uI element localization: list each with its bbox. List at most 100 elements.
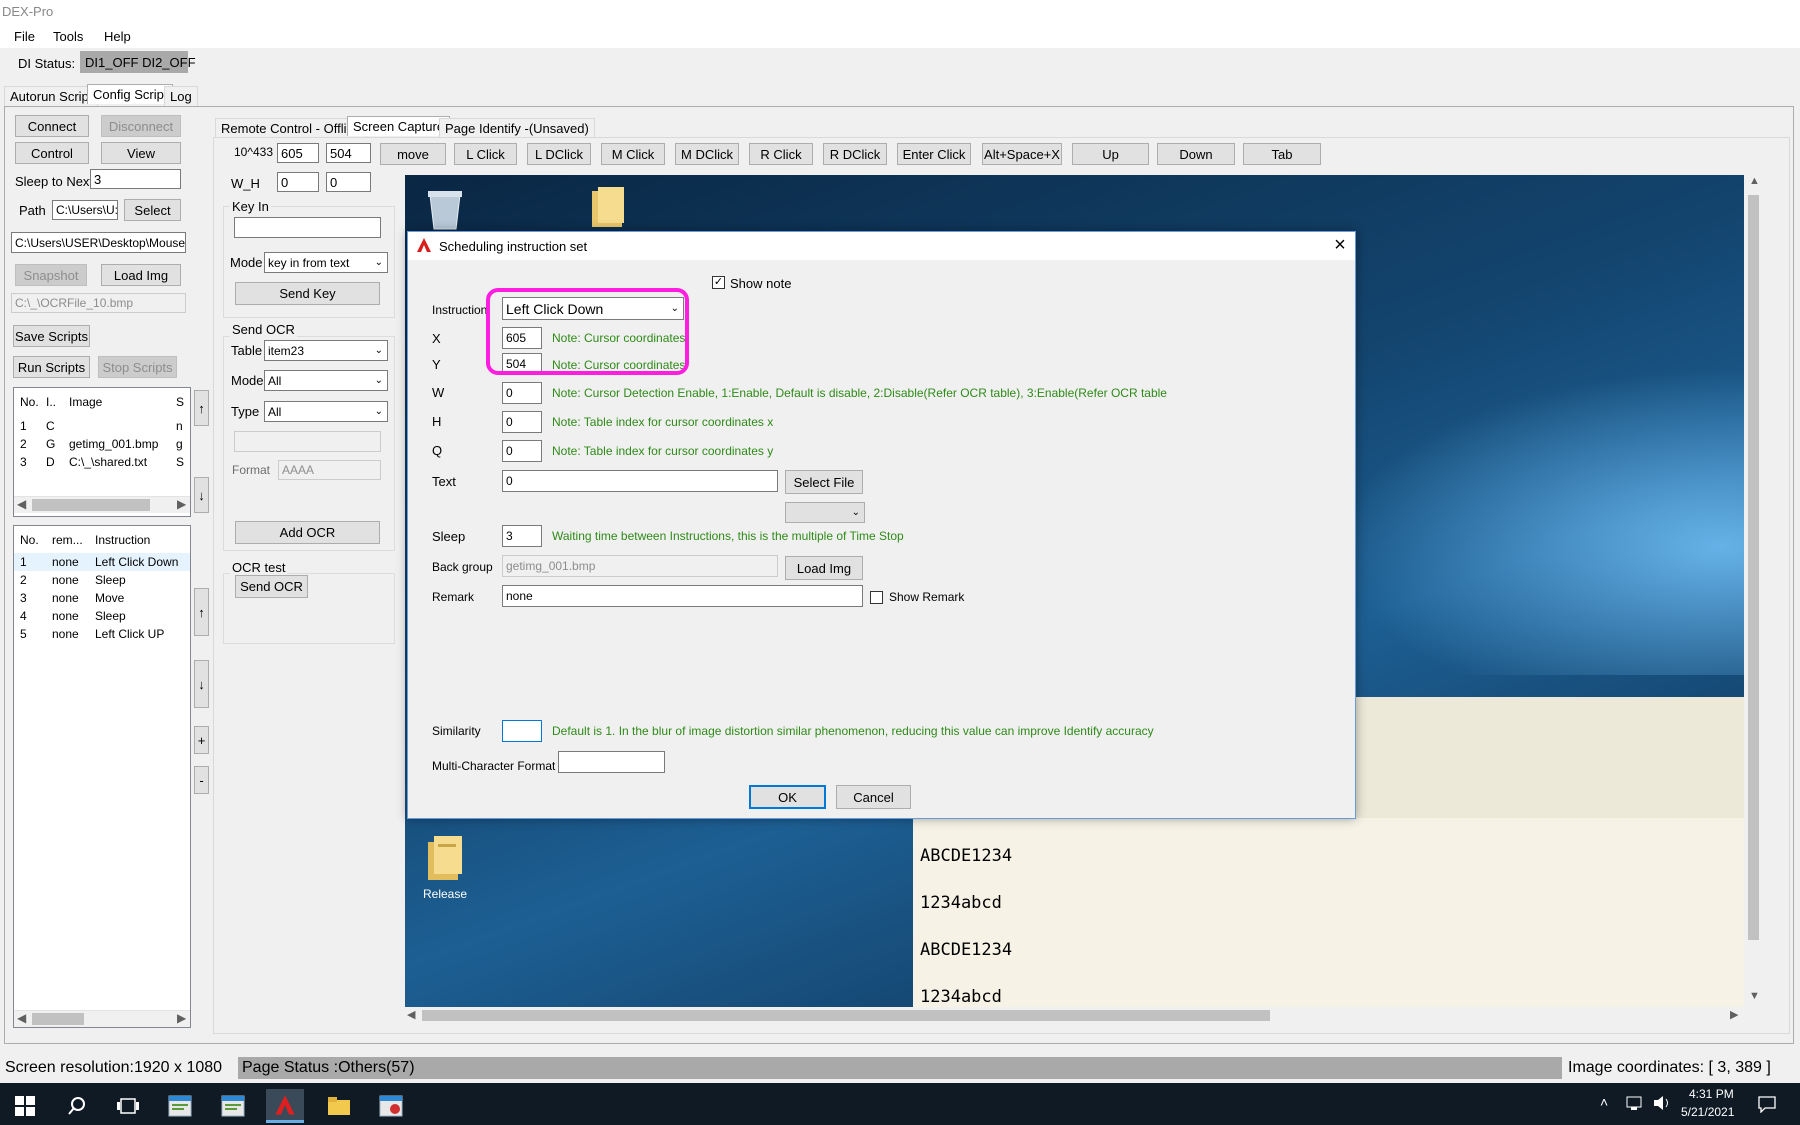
table-row[interactable]: 4 none Sleep: [14, 607, 190, 625]
table-row[interactable]: 3 none Move: [14, 589, 190, 607]
show-note-checkbox[interactable]: ✓: [712, 276, 725, 289]
show-remark-checkbox[interactable]: [870, 591, 883, 604]
taskbar-time[interactable]: 4:31 PM: [1689, 1087, 1734, 1101]
instruction-table-hscrollbar[interactable]: ◀ ▶: [14, 1010, 190, 1027]
instruction-table[interactable]: No. rem... Instruction 1 none Left Click…: [13, 525, 191, 1028]
stop-scripts-button[interactable]: Stop Scripts: [98, 356, 177, 378]
path-input[interactable]: C:\Users\U:: [52, 200, 118, 220]
save-scripts-button[interactable]: Save Scripts: [13, 325, 90, 347]
w-param-input[interactable]: 0: [502, 382, 542, 404]
l-dclick-button[interactable]: L DClick: [527, 143, 591, 165]
scroll-down-icon[interactable]: ▼: [1749, 990, 1760, 1002]
m-dclick-button[interactable]: M DClick: [675, 143, 739, 165]
sleep-input[interactable]: 3: [502, 525, 542, 547]
q-param-input[interactable]: 0: [502, 440, 542, 462]
control-button[interactable]: Control: [15, 142, 89, 164]
m-click-button[interactable]: M Click: [601, 143, 665, 165]
scroll-right-icon[interactable]: ▶: [177, 497, 186, 511]
connect-button[interactable]: Connect: [15, 115, 89, 137]
tab-remote-control[interactable]: Remote Control - Offline: [215, 118, 367, 138]
send-ocr-test-button[interactable]: Send OCR: [235, 575, 308, 598]
image-table-hscrollbar[interactable]: ◀ ▶: [14, 496, 190, 513]
app-window-icon[interactable]: [161, 1089, 199, 1123]
alt-space-x-button[interactable]: Alt+Space+X: [982, 143, 1062, 165]
file-option-select[interactable]: ⌄: [785, 502, 865, 523]
disconnect-button[interactable]: Disconnect: [101, 115, 181, 137]
r-dclick-button[interactable]: R DClick: [823, 143, 887, 165]
app-window-icon[interactable]: [214, 1089, 252, 1123]
run-scripts-button[interactable]: Run Scripts: [13, 356, 90, 378]
instruction-move-up-button[interactable]: ↑: [194, 588, 209, 636]
scroll-thumb[interactable]: [32, 499, 150, 511]
coord-y-input[interactable]: 504: [326, 143, 371, 163]
add-ocr-button[interactable]: Add OCR: [235, 521, 380, 544]
tab-page-identify[interactable]: Page Identify -(Unsaved): [439, 118, 595, 138]
recycle-bin-icon[interactable]: [424, 187, 466, 231]
similarity-input[interactable]: [502, 720, 542, 742]
remark-input[interactable]: none: [502, 585, 863, 607]
w-input[interactable]: 0: [277, 172, 319, 192]
release-folder-icon[interactable]: [424, 834, 466, 882]
full-path-input[interactable]: C:\Users\USER\Desktop\Mouse: [11, 232, 186, 253]
enter-click-button[interactable]: Enter Click: [897, 143, 971, 165]
select-file-button[interactable]: Select File: [785, 470, 863, 494]
menu-help[interactable]: Help: [104, 29, 131, 44]
instruction-move-down-button[interactable]: ↓: [194, 660, 209, 708]
scroll-thumb[interactable]: [32, 1013, 84, 1025]
down-button[interactable]: Down: [1157, 143, 1235, 165]
scroll-thumb[interactable]: [1748, 195, 1759, 940]
r-click-button[interactable]: R Click: [749, 143, 813, 165]
notification-icon[interactable]: [1757, 1095, 1777, 1114]
tab-log[interactable]: Log: [164, 86, 198, 106]
capture-vscrollbar[interactable]: ▲ ▼: [1745, 175, 1762, 1007]
l-click-button[interactable]: L Click: [454, 143, 517, 165]
table-row[interactable]: 2 none Sleep: [14, 571, 190, 589]
task-view-icon[interactable]: [109, 1089, 147, 1123]
coord-x-input[interactable]: 605: [277, 143, 319, 163]
app-window-icon[interactable]: [372, 1089, 410, 1123]
key-in-mode-select[interactable]: key in from text ⌄: [264, 252, 388, 273]
dex-pro-app-icon[interactable]: [266, 1089, 304, 1123]
image-move-up-button[interactable]: ↑: [194, 390, 209, 426]
key-in-input[interactable]: [234, 217, 381, 238]
cancel-button[interactable]: Cancel: [836, 785, 911, 809]
tab-autorun-script[interactable]: Autorun Script: [4, 86, 99, 106]
tray-chevron-up-icon[interactable]: ˄: [1600, 1094, 1608, 1110]
view-button[interactable]: View: [101, 142, 181, 164]
add-instruction-button[interactable]: +: [194, 726, 209, 754]
table-row[interactable]: 5 none Left Click UP: [14, 625, 190, 643]
table-row[interactable]: 3 D C:\_\shared.txt S: [14, 453, 190, 471]
volume-icon[interactable]: [1652, 1095, 1672, 1111]
table-row[interactable]: 2 G getimg_001.bmp g: [14, 435, 190, 453]
tab-screen-capture[interactable]: Screen Capture: [347, 116, 451, 136]
send-key-button[interactable]: Send Key: [235, 282, 380, 305]
menu-file[interactable]: File: [14, 29, 35, 44]
table-row[interactable]: 1 C n: [14, 417, 190, 435]
search-icon[interactable]: [58, 1089, 96, 1123]
snapshot-button[interactable]: Snapshot: [15, 264, 87, 286]
h-param-input[interactable]: 0: [502, 411, 542, 433]
image-table[interactable]: No. I.. Image S 1 C n 2 G getimg_001.bmp…: [13, 387, 191, 517]
folder-icon[interactable]: [588, 185, 628, 229]
up-button[interactable]: Up: [1072, 143, 1149, 165]
scroll-left-icon[interactable]: ◀: [17, 1011, 26, 1025]
scroll-left-icon[interactable]: ◀: [17, 497, 26, 511]
scroll-left-icon[interactable]: ◀: [407, 1008, 415, 1021]
scroll-right-icon[interactable]: ▶: [1730, 1008, 1738, 1021]
capture-hscrollbar[interactable]: ◀ ▶: [405, 1007, 1745, 1024]
remove-instruction-button[interactable]: -: [194, 766, 209, 794]
tab-key-button[interactable]: Tab: [1243, 143, 1321, 165]
sleep-to-next-input[interactable]: 3: [90, 169, 181, 189]
h-input[interactable]: 0: [326, 172, 371, 192]
tab-config-script[interactable]: Config Script: [87, 84, 174, 104]
close-icon[interactable]: ×: [1330, 234, 1350, 256]
ok-button[interactable]: OK: [749, 785, 826, 809]
notepad-text-area[interactable]: [913, 818, 1744, 1007]
scroll-up-icon[interactable]: ▲: [1749, 175, 1760, 187]
taskbar-date[interactable]: 5/21/2021: [1681, 1105, 1734, 1119]
select-path-button[interactable]: Select: [124, 199, 181, 221]
multi-char-format-input[interactable]: [558, 751, 665, 773]
ocr-table-select[interactable]: item23 ⌄: [264, 340, 388, 361]
move-button[interactable]: move: [380, 143, 446, 165]
scroll-right-icon[interactable]: ▶: [177, 1011, 186, 1025]
